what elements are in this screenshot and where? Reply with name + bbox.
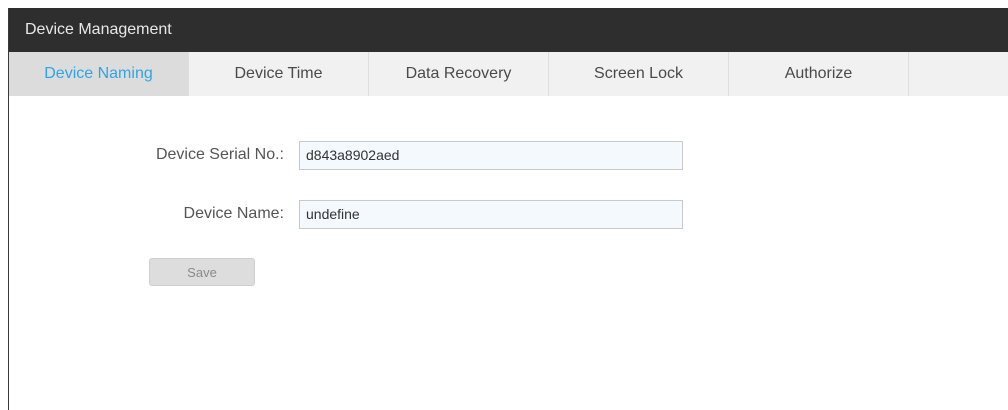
tab-screen-lock[interactable]: Screen Lock	[549, 52, 729, 96]
tab-bar: Device Naming Device Time Data Recovery …	[9, 52, 1008, 96]
window-title: Device Management	[9, 8, 1008, 52]
tab-data-recovery[interactable]: Data Recovery	[369, 52, 549, 96]
save-button[interactable]: Save	[149, 258, 255, 286]
tab-bar-filler	[909, 52, 1008, 96]
tab-device-time[interactable]: Device Time	[189, 52, 369, 96]
device-name-field[interactable]	[299, 199, 683, 229]
device-name-label: Device Name:	[183, 205, 284, 222]
tab-device-naming[interactable]: Device Naming	[9, 52, 189, 96]
tab-authorize[interactable]: Authorize	[729, 52, 909, 96]
serial-number-field[interactable]	[299, 140, 683, 170]
serial-number-label: Device Serial No.:	[155, 146, 284, 163]
device-management-window: Device Management Device Naming Device T…	[8, 8, 1008, 410]
